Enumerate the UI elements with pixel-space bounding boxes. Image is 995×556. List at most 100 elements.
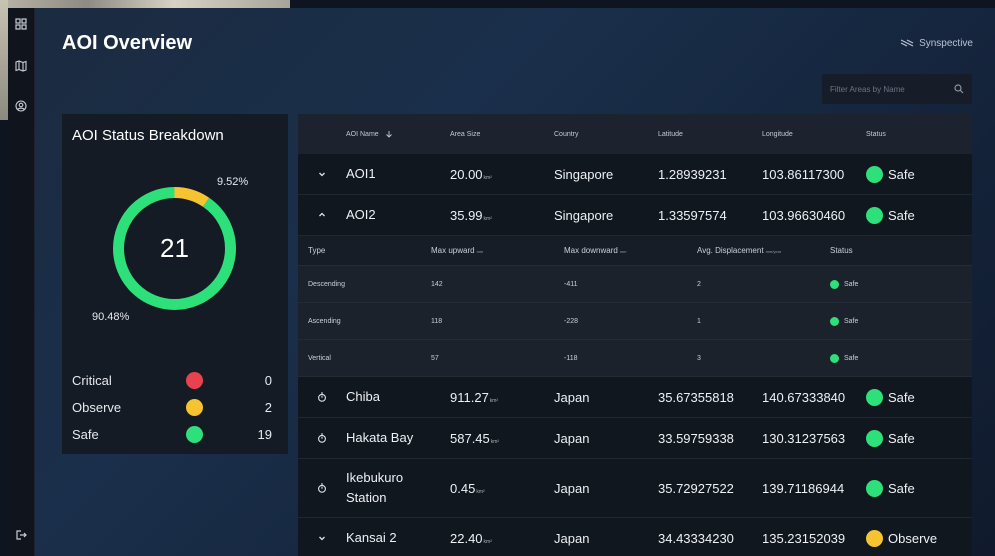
- chevron-up-icon[interactable]: [298, 210, 346, 220]
- observe-dot-icon: [186, 398, 203, 416]
- brand-logo: Synspective: [900, 37, 973, 49]
- brand-name: Synspective: [919, 37, 973, 49]
- header-status[interactable]: Status: [866, 131, 972, 138]
- safe-percentage: 90.48%: [92, 311, 130, 323]
- stopwatch-icon[interactable]: [298, 483, 346, 493]
- header-area-size[interactable]: Area Size: [450, 131, 554, 138]
- detail-avg-displacement: 2: [697, 280, 701, 288]
- cell-country: Singapore: [554, 166, 614, 182]
- header-longitude[interactable]: Longitude: [762, 131, 866, 138]
- stopwatch-icon[interactable]: [298, 392, 346, 402]
- legend-label: Observe: [72, 399, 122, 415]
- cell-area-size: 911.27km²: [450, 389, 499, 405]
- cell-latitude: 1.28939231: [658, 166, 727, 182]
- search-icon[interactable]: [954, 84, 964, 94]
- chevron-down-icon[interactable]: [298, 533, 346, 543]
- header-country[interactable]: Country: [554, 131, 658, 138]
- cell-longitude: 135.23152039: [762, 530, 846, 546]
- legend-count: 0: [264, 372, 272, 388]
- table-row[interactable]: AOI2 35.99km² Singapore 1.33597574 103.96630…: [298, 195, 972, 236]
- cell-latitude: 33.59759338: [658, 430, 734, 446]
- table-row[interactable]: Chiba 911.27km² Japan 35.67355818 140.673338…: [298, 377, 972, 418]
- cell-country: Japan: [554, 530, 590, 546]
- safe-status-dot-icon: [830, 353, 839, 363]
- stopwatch-icon[interactable]: [298, 433, 346, 443]
- detail-header-avg-displacement: Avg. Displacement mm/year: [697, 246, 782, 255]
- page-title: AOI Overview: [62, 32, 193, 54]
- detail-avg-displacement: 3: [697, 354, 701, 362]
- cell-aoi-name: Chiba: [346, 389, 380, 404]
- cell-area-size: 22.40km²: [450, 530, 492, 546]
- detail-max-upward: 57: [431, 354, 439, 362]
- safe-status-dot-icon: [866, 165, 883, 183]
- sort-arrow-down-icon[interactable]: [385, 130, 393, 138]
- cell-latitude: 35.67355818: [658, 389, 734, 405]
- table-header: AOI Name Area Size Country Latitude Long…: [298, 114, 972, 154]
- background-photo-strip: [0, 0, 290, 8]
- cell-country: Singapore: [554, 207, 614, 223]
- table-row[interactable]: Hakata Bay 587.45km² Japan 33.59759338 130.3…: [298, 418, 972, 459]
- cell-area-size: 587.45km²: [450, 430, 500, 446]
- table-row[interactable]: Kansai 2 22.40km² Japan 34.43334230 135.2315…: [298, 518, 972, 556]
- detail-header-max-upward: Max upward mm: [431, 246, 484, 255]
- cell-aoi-name: AOI1: [346, 166, 376, 181]
- detail-header: Type Max upward mm Max downward mm Avg. Displ…: [298, 236, 972, 266]
- detail-type: Ascending: [308, 317, 341, 325]
- detail-header-type: Type: [308, 246, 326, 255]
- cell-area-size: 20.00km²: [450, 166, 492, 182]
- header-aoi-name[interactable]: AOI Name: [346, 130, 450, 138]
- table-body: AOI1 20.00km² Singapore 1.28939231 103.86117…: [298, 154, 972, 556]
- detail-max-downward: -118: [564, 354, 578, 362]
- detail-row: Descending 142 -411 2 Safe: [298, 266, 972, 303]
- critical-dot-icon: [186, 371, 203, 389]
- safe-status-dot-icon: [866, 388, 883, 406]
- legend-count: 2: [264, 399, 272, 415]
- detail-status: Safe: [830, 279, 963, 289]
- filter-input[interactable]: [830, 84, 954, 94]
- cell-longitude: 103.86117300: [762, 166, 845, 182]
- cell-latitude: 34.43334230: [658, 530, 734, 546]
- cell-aoi-name: Hakata Bay: [346, 430, 414, 445]
- detail-max-upward: 118: [431, 317, 443, 325]
- cell-status: Safe: [866, 206, 972, 224]
- safe-dot-icon: [186, 425, 203, 443]
- table-row[interactable]: Ikebukuro Station 0.45km² Japan 35.72927522…: [298, 459, 972, 518]
- legend-safe: Safe 19: [72, 423, 272, 445]
- synspective-logo-icon: [900, 39, 914, 47]
- detail-avg-displacement: 1: [697, 317, 701, 325]
- detail-row: Vertical 57 -118 3 Safe: [298, 340, 972, 377]
- logout-icon[interactable]: [12, 526, 30, 544]
- legend-label: Critical: [72, 372, 112, 388]
- safe-status-dot-icon: [866, 479, 883, 497]
- aoi-total-count: 21: [160, 233, 189, 263]
- cell-longitude: 139.71186944: [762, 480, 845, 496]
- card-title: AOI Status Breakdown: [72, 127, 224, 144]
- detail-max-downward: -228: [564, 317, 579, 325]
- map-icon[interactable]: [12, 57, 30, 75]
- chevron-down-icon[interactable]: [298, 169, 346, 179]
- user-circle-icon[interactable]: [12, 97, 30, 115]
- header-latitude[interactable]: Latitude: [658, 131, 762, 138]
- detail-type: Descending: [308, 280, 345, 288]
- observe-percentage: 9.52%: [217, 176, 249, 188]
- cell-status: Safe: [866, 388, 972, 406]
- safe-status-dot-icon: [866, 429, 883, 447]
- detail-max-upward: 142: [431, 280, 443, 288]
- table-row[interactable]: AOI1 20.00km² Singapore 1.28939231 103.86117…: [298, 154, 972, 195]
- cell-aoi-name: Ikebukuro Station: [346, 470, 404, 505]
- legend-count: 19: [257, 426, 272, 442]
- cell-country: Japan: [554, 480, 590, 496]
- main-panel: AOI Overview Synspective AOI Status Brea…: [35, 8, 995, 556]
- detail-status: Safe: [830, 353, 963, 363]
- observe-status-dot-icon: [866, 529, 883, 547]
- cell-longitude: 103.96630460: [762, 207, 846, 223]
- filter-box: [822, 74, 972, 104]
- cell-aoi-name: Kansai 2: [346, 530, 397, 545]
- aoi-table: AOI Name Area Size Country Latitude Long…: [298, 114, 972, 556]
- cell-latitude: 1.33597574: [658, 207, 727, 223]
- cell-latitude: 35.72927522: [658, 480, 734, 496]
- dashboard-icon[interactable]: [12, 15, 30, 33]
- cell-status: Safe: [866, 479, 972, 497]
- cell-area-size: 35.99km²: [450, 207, 492, 223]
- detail-type: Vertical: [308, 354, 331, 362]
